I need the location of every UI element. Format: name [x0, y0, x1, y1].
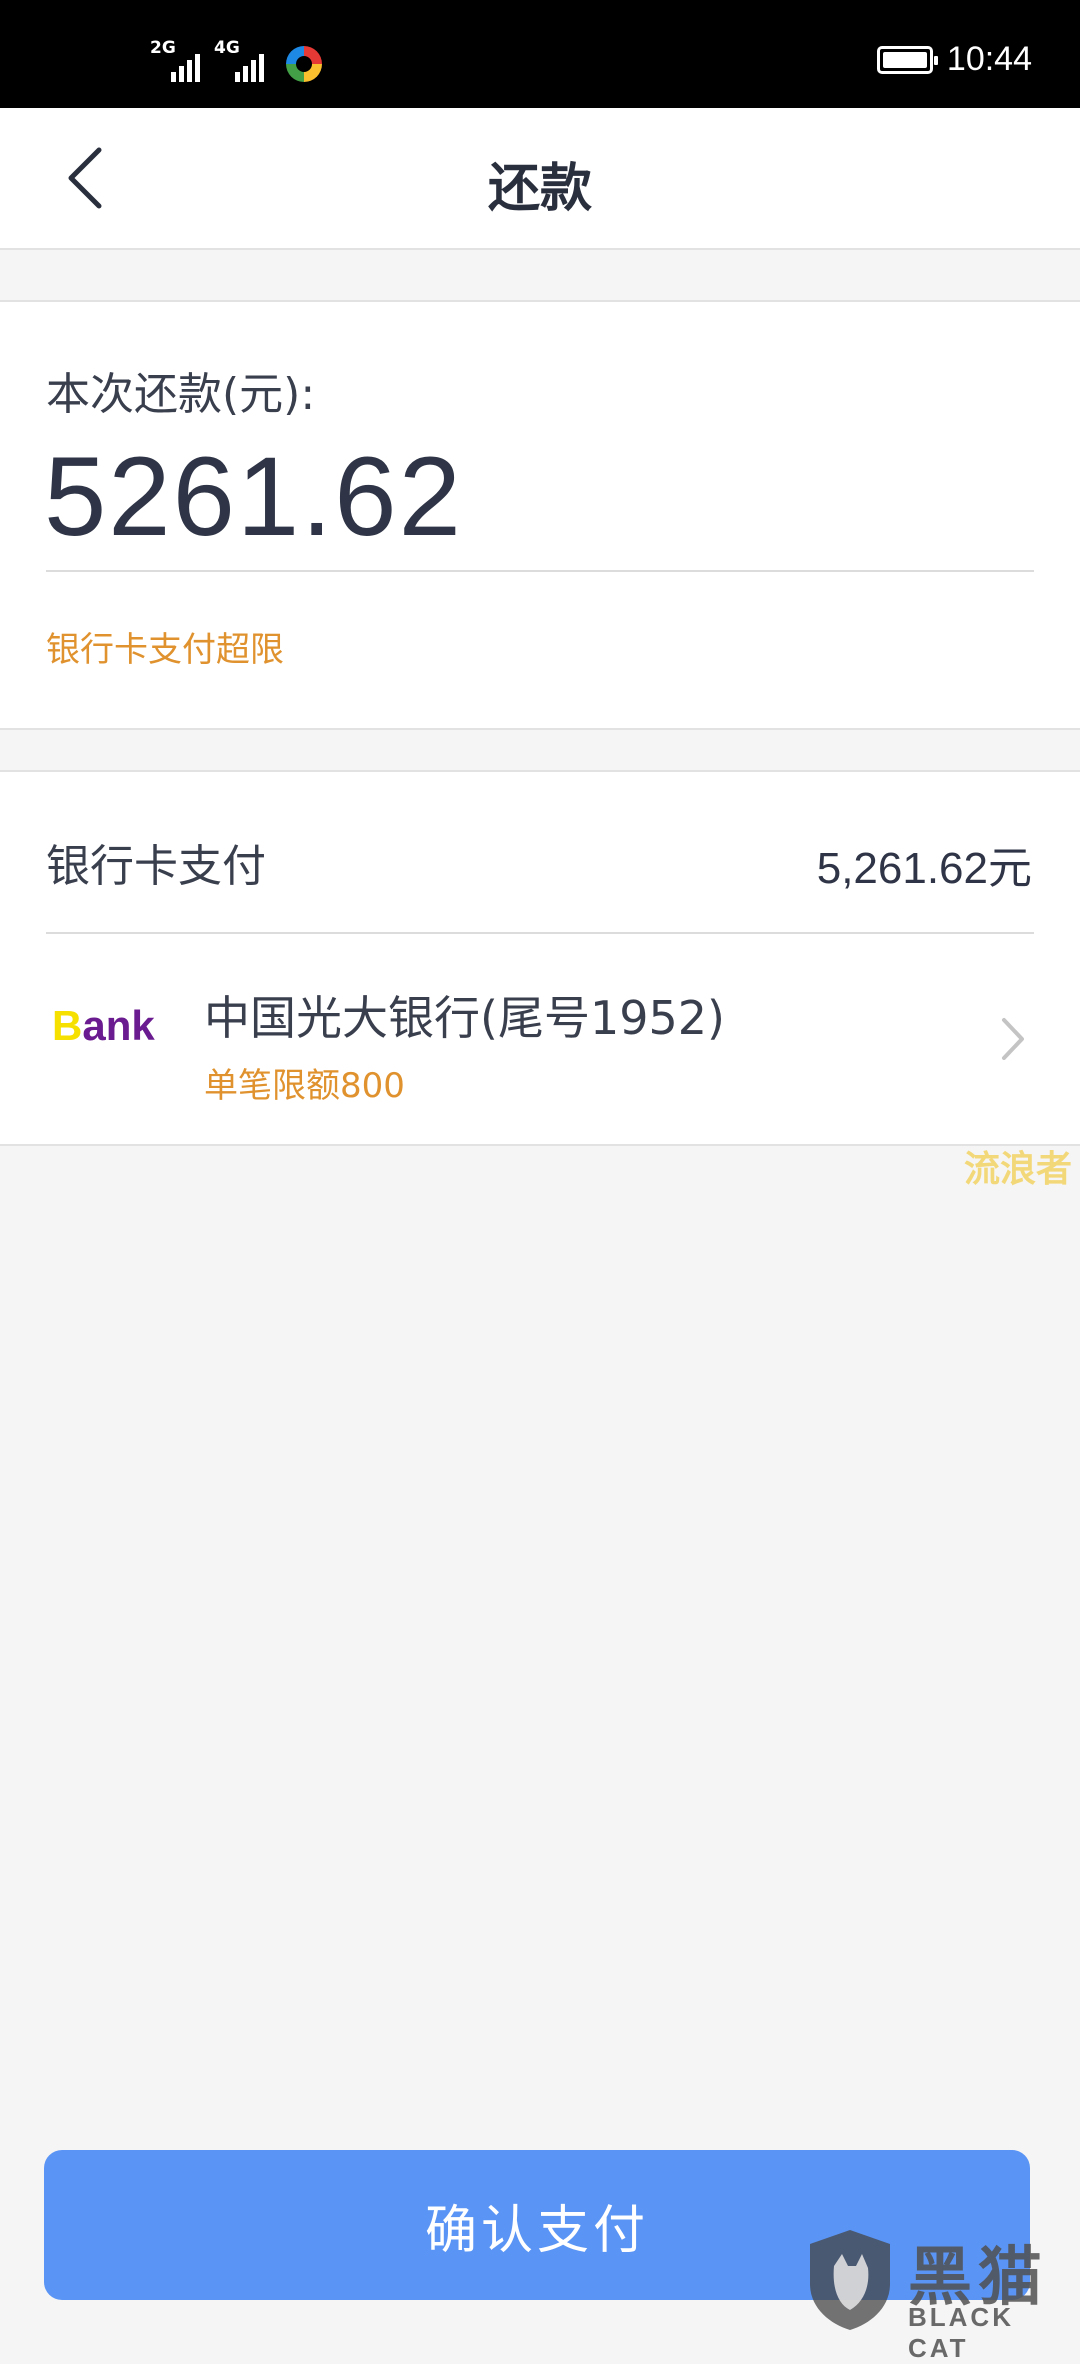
bank-card-row[interactable]: Bank 中国光大银行(尾号1952) 单笔限额800: [0, 934, 1080, 1146]
status-bar: 2G 4G 10:44: [0, 0, 1080, 108]
blackcat-watermark: 黑猫 BLACK CAT: [804, 2226, 1074, 2363]
watermark-text: 流浪者: [963, 1149, 1072, 1190]
chevron-right-icon: [1002, 1018, 1024, 1060]
clock: 10:44: [946, 40, 1032, 78]
bank-card-limit: 单笔限额800: [204, 1066, 405, 1106]
signal-2g-icon: 2G: [150, 38, 200, 82]
battery-icon: [876, 45, 938, 74]
amount-label: 本次还款(元):: [46, 369, 316, 420]
amount-value: 5261.62: [44, 434, 463, 559]
limit-warning: 银行卡支付超限: [46, 630, 284, 670]
bank-card-name: 中国光大银行(尾号1952): [204, 991, 725, 1045]
payment-method-section: 银行卡支付 5,261.62元 Bank 中国光大银行(尾号1952) 单笔限额…: [0, 770, 1080, 1146]
confirm-payment-label: 确认支付: [424, 2200, 649, 2261]
status-left: 2G 4G: [150, 38, 322, 82]
app-notification-icon: [286, 46, 322, 82]
repayment-amount-section: 本次还款(元): 5261.62 银行卡支付超限: [0, 300, 1080, 730]
shield-cat-icon: [810, 2230, 890, 2330]
page-title: 还款: [487, 159, 592, 219]
payment-method-amount: 5,261.62元: [816, 844, 1032, 893]
amount-divider: [46, 570, 1034, 572]
signal-4g-icon: 4G: [214, 38, 264, 82]
blackcat-en-text: BLACK CAT: [908, 2302, 1014, 2363]
bank-logo-icon: Bank: [52, 1002, 155, 1049]
nav-bar: 还款: [0, 108, 1080, 250]
payment-method-label: 银行卡支付: [46, 841, 266, 892]
status-right: 10:44: [876, 40, 1032, 79]
